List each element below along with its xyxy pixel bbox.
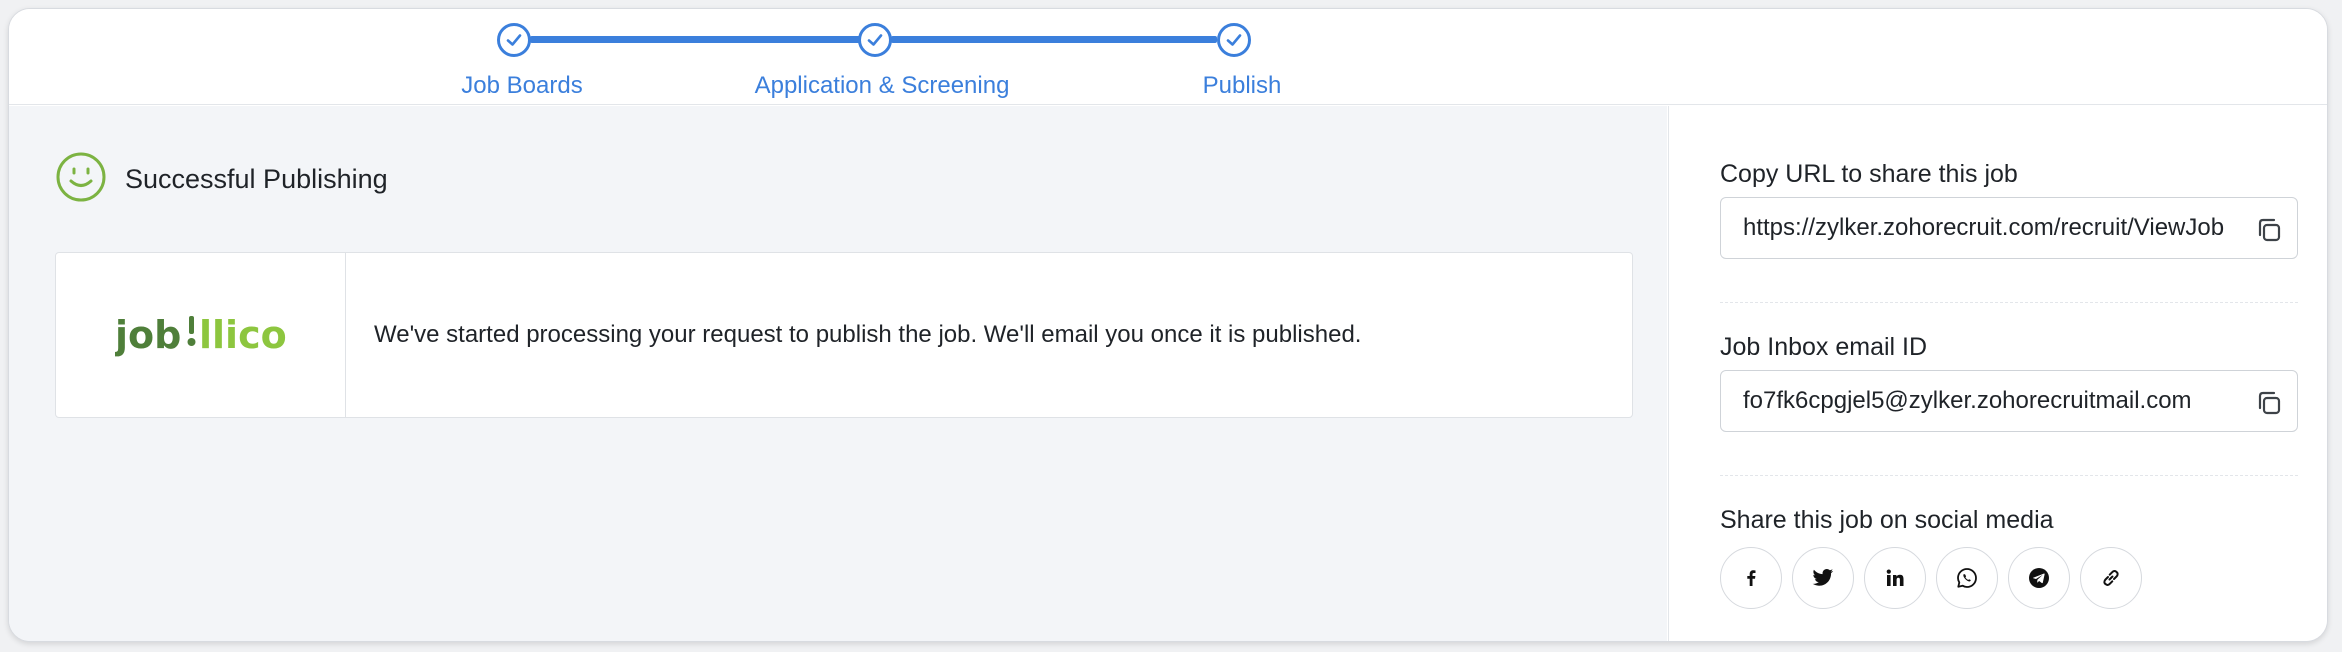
social-share-buttons bbox=[1720, 547, 2142, 609]
twitter-icon[interactable] bbox=[1792, 547, 1854, 609]
job-inbox-email-input[interactable] bbox=[1721, 371, 2251, 431]
copy-url-icon[interactable] bbox=[2255, 216, 2283, 244]
step-publish[interactable]: Publish bbox=[1203, 72, 1282, 100]
step-check-icon bbox=[1217, 23, 1251, 57]
copy-email-icon[interactable] bbox=[2255, 389, 2283, 417]
step-connector bbox=[530, 36, 864, 43]
joblico-logo: job llico bbox=[56, 253, 346, 417]
whatsapp-icon[interactable] bbox=[1936, 547, 1998, 609]
smile-icon bbox=[55, 151, 107, 208]
url-field bbox=[1720, 197, 2298, 259]
status-header: Successful Publishing bbox=[55, 151, 388, 208]
step-connector bbox=[891, 36, 1217, 43]
step-check-icon bbox=[497, 23, 531, 57]
email-label: Job Inbox email ID bbox=[1720, 333, 1928, 361]
progress-stepper: Job Boards Application & Screening Publi… bbox=[9, 9, 2327, 105]
status-title: Successful Publishing bbox=[125, 164, 388, 194]
job-url-input[interactable] bbox=[1721, 198, 2251, 258]
social-label: Share this job on social media bbox=[1720, 506, 2054, 534]
svg-text:llico: llico bbox=[199, 313, 287, 357]
link-icon[interactable] bbox=[2080, 547, 2142, 609]
divider bbox=[1720, 475, 2298, 476]
telegram-icon[interactable] bbox=[2008, 547, 2070, 609]
svg-text:job: job bbox=[115, 313, 181, 357]
url-label: Copy URL to share this job bbox=[1720, 160, 2018, 188]
publish-message: We've started processing your request to… bbox=[374, 321, 1362, 348]
step-application-screening[interactable]: Application & Screening bbox=[755, 72, 1010, 100]
facebook-icon[interactable] bbox=[1720, 547, 1782, 609]
step-job-boards[interactable]: Job Boards bbox=[461, 72, 582, 100]
publish-status-panel: Successful Publishing job llico We've st… bbox=[9, 106, 1667, 641]
publish-dialog: Job Boards Application & Screening Publi… bbox=[8, 8, 2328, 642]
linkedin-icon[interactable] bbox=[1864, 547, 1926, 609]
email-field bbox=[1720, 370, 2298, 432]
share-panel: Copy URL to share this job Job Inbox ema… bbox=[1668, 106, 2327, 641]
step-check-icon bbox=[858, 23, 892, 57]
job-board-card: job llico We've started processing your … bbox=[55, 252, 1633, 418]
divider bbox=[1720, 302, 2298, 303]
